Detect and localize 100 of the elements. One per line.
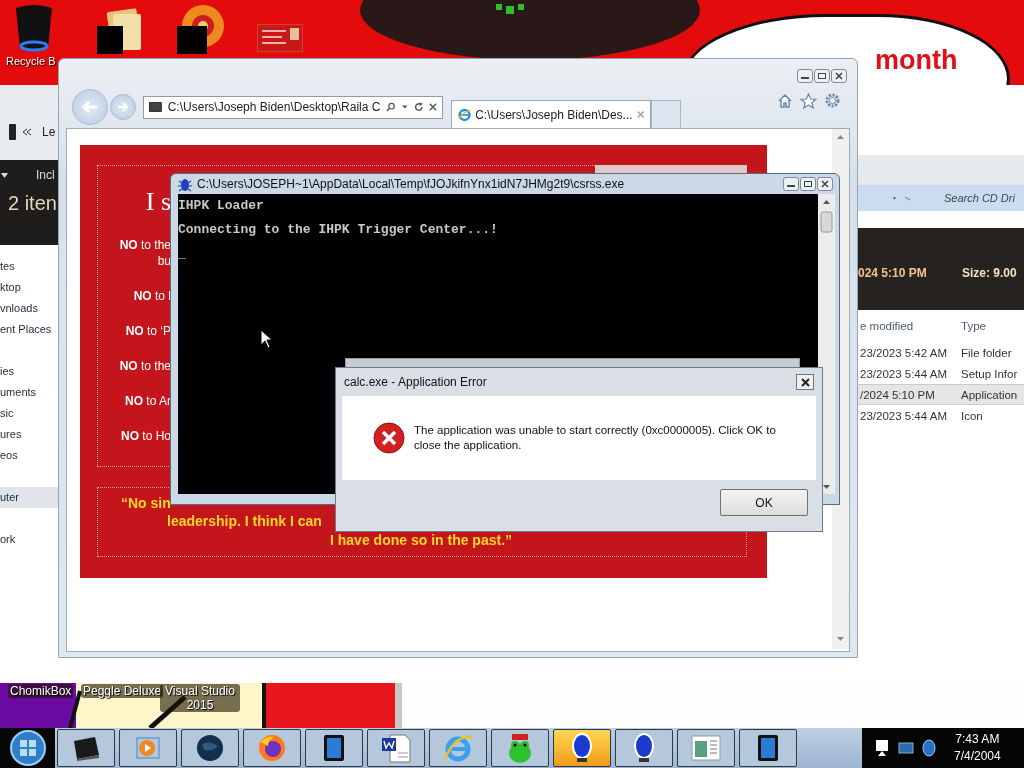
- nav-item[interactable]: sic: [0, 403, 58, 424]
- clock-date: 7/4/2004: [954, 748, 1001, 765]
- item-count: 2 iten: [7, 191, 58, 215]
- bulb-icon: [569, 732, 595, 764]
- close-icon[interactable]: [429, 102, 437, 112]
- bulb-icon: [631, 732, 657, 764]
- table-cell-text: 23/2023 5:42 AM: [859, 346, 948, 359]
- nav-item[interactable]: ork: [0, 529, 58, 550]
- caret-icon[interactable]: [1, 172, 8, 178]
- close-icon: [835, 72, 843, 80]
- nav-item[interactable]: ures: [0, 424, 58, 445]
- clock[interactable]: 7:43 AM 7/4/2004: [954, 731, 1001, 765]
- taskbar-button[interactable]: [429, 729, 487, 767]
- file-row[interactable]: 23/2023 5:44 AM Icon: [858, 405, 1024, 426]
- clock-time: 7:43 AM: [955, 731, 1000, 748]
- close-button[interactable]: [831, 69, 847, 83]
- chart-icon: [691, 735, 721, 761]
- maximize-icon: [804, 181, 812, 187]
- device-icon[interactable]: [874, 739, 890, 757]
- minimize-button[interactable]: [783, 177, 799, 191]
- bug-icon: [177, 176, 193, 192]
- quote-text: leadership. I think I can: [167, 513, 322, 529]
- search-icon[interactable]: [386, 101, 396, 113]
- refresh-icon[interactable]: [413, 101, 424, 113]
- console-line: _: [178, 245, 187, 263]
- start-button[interactable]: [7, 729, 48, 767]
- toolbar-text[interactable]: Incl: [36, 168, 55, 182]
- list-text: NO to the bu: [119, 237, 171, 269]
- card-icon[interactable]: [257, 24, 303, 52]
- ok-button[interactable]: OK: [720, 489, 808, 516]
- tablet-icon: [323, 734, 345, 762]
- shortcut-label[interactable]: ChomikBox: [8, 684, 74, 698]
- nav-item[interactable]: ent Places: [0, 319, 58, 340]
- close-button[interactable]: [796, 374, 814, 390]
- taskbar-button[interactable]: [243, 729, 301, 767]
- taskbar-button[interactable]: [367, 729, 425, 767]
- window-title: C:\Users\JOSEPH~1\AppData\Local\Temp\fJOJkifnYnx1idN7JHMg2t9\csrss.exe: [197, 177, 625, 191]
- settings-icon[interactable]: [824, 92, 841, 109]
- maximize-button[interactable]: [800, 177, 816, 191]
- star-icon[interactable]: [800, 92, 817, 109]
- table-cell: Icon: [961, 409, 983, 422]
- document-icon: [381, 733, 411, 763]
- table-cell-text: 23/2023 5:44 AM: [859, 367, 948, 380]
- table-cell: Application: [961, 388, 1018, 401]
- file-row[interactable]: 23/2023 5:44 AM Setup Infor: [858, 363, 1024, 384]
- drive-icon: [9, 123, 16, 140]
- minimize-button[interactable]: [797, 69, 813, 83]
- column-header[interactable]: Type: [961, 320, 986, 332]
- globe-icon: [196, 734, 224, 762]
- column-header[interactable]: e modified: [858, 320, 961, 332]
- chevron-icon[interactable]: [22, 127, 32, 136]
- nav-item[interactable]: vnloads: [0, 298, 58, 319]
- speaker-icon[interactable]: [922, 739, 936, 757]
- close-icon: [821, 180, 829, 188]
- close-button[interactable]: [817, 177, 833, 191]
- address-bar[interactable]: Le: [0, 85, 58, 160]
- search-field[interactable]: Search CD Dri: [944, 192, 1024, 204]
- flame-globe-icon: [258, 734, 286, 762]
- nav-item[interactable]: uter: [0, 487, 58, 508]
- table-cell-text: /2024 5:10 PM: [859, 388, 936, 401]
- file-row[interactable]: /2024 5:10 PM Application: [858, 384, 1024, 405]
- icon-label[interactable]: Recycle B: [6, 55, 56, 67]
- list-text: NO to the: [119, 358, 171, 374]
- taskbar-button[interactable]: [615, 729, 673, 767]
- nav-item[interactable]: tes: [0, 256, 58, 277]
- close-icon: [800, 377, 810, 387]
- recycle-bin-icon[interactable]: [14, 4, 54, 54]
- maximize-button[interactable]: [814, 69, 830, 83]
- caret-icon[interactable]: [893, 195, 896, 201]
- tablet-icon: [757, 734, 779, 762]
- taskbar-button[interactable]: [119, 729, 177, 767]
- list-text: NO to l: [132, 288, 171, 304]
- file-row[interactable]: 23/2023 5:42 AM File folder: [858, 342, 1024, 363]
- list-text: NO to Ar: [124, 393, 171, 409]
- nav-item[interactable]: ies: [0, 361, 58, 382]
- taskbar-button[interactable]: [677, 729, 735, 767]
- shortcut-label[interactable]: Visual Studio 2015: [160, 684, 240, 712]
- taskbar-button[interactable]: [181, 729, 239, 767]
- address-field[interactable]: C:\Users\Joseph Biden\Desktop\Raila C: [143, 95, 443, 119]
- nav-item[interactable]: ktop: [0, 277, 58, 298]
- e-logo-icon: [458, 106, 472, 123]
- table-cell-text: 23/2023 5:44 AM: [859, 409, 948, 422]
- taskbar-button[interactable]: [491, 729, 549, 767]
- maximize-icon: [818, 73, 826, 79]
- browser-tab[interactable]: C:\Users\Joseph Biden\Des...: [451, 100, 651, 128]
- taskbar-button[interactable]: [305, 729, 363, 767]
- caret-icon[interactable]: [402, 105, 408, 109]
- quote-text: I have done so in the past.”: [330, 532, 513, 548]
- error-icon: [373, 422, 405, 454]
- nav-item[interactable]: eos: [0, 445, 58, 466]
- home-icon[interactable]: [777, 92, 793, 109]
- taskbar-button[interactable]: [739, 729, 797, 767]
- console-line: IHPK Loader: [178, 197, 265, 215]
- error-message: The application was unable to start correctly (0xc0000005). Click OK to close the application.: [414, 423, 777, 453]
- taskbar-button[interactable]: [553, 729, 611, 767]
- disc-icon[interactable]: [175, 4, 225, 54]
- taskbar-button[interactable]: [57, 729, 115, 767]
- forward-arrow-icon: [117, 102, 129, 112]
- quote-text: “No sin: [121, 495, 171, 511]
- nav-item[interactable]: uments: [0, 382, 58, 403]
